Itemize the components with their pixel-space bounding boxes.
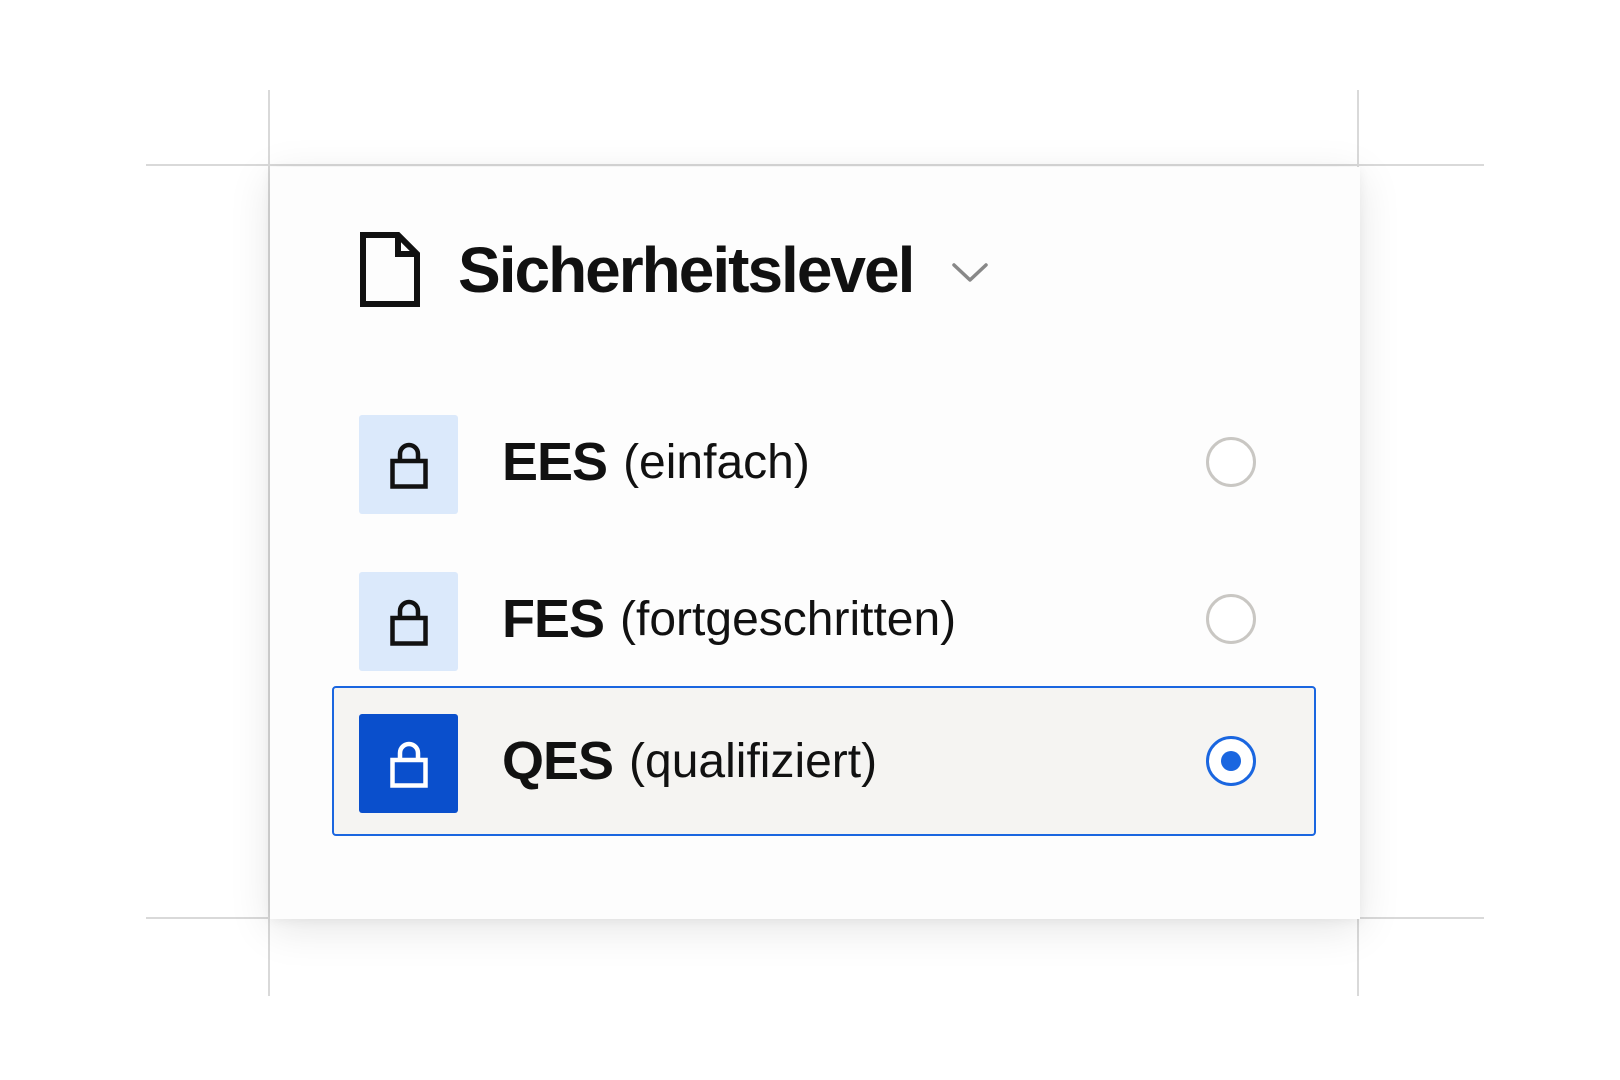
option-label: QES (qualifiziert) bbox=[502, 688, 877, 834]
option-label: EES (einfach) bbox=[502, 389, 810, 535]
option-code: FES bbox=[502, 589, 605, 649]
lock-icon-box bbox=[359, 714, 458, 813]
lock-icon-box bbox=[359, 415, 458, 514]
document-icon bbox=[360, 232, 420, 307]
option-ees[interactable]: EES (einfach) bbox=[332, 387, 1316, 537]
lock-icon-box bbox=[359, 572, 458, 671]
option-description: (einfach) bbox=[623, 435, 810, 489]
lock-icon bbox=[389, 441, 428, 489]
radio-ees[interactable] bbox=[1206, 437, 1256, 487]
option-description: (qualifiziert) bbox=[629, 734, 878, 788]
option-code: EES bbox=[502, 432, 608, 492]
radio-fes[interactable] bbox=[1206, 594, 1256, 644]
page-title: Sicherheitslevel bbox=[458, 233, 915, 306]
lock-icon bbox=[389, 740, 428, 788]
option-code: QES bbox=[502, 731, 614, 791]
lock-icon bbox=[389, 598, 428, 646]
guide-line-top bbox=[146, 164, 1484, 166]
security-level-header[interactable]: Sicherheitslevel bbox=[360, 232, 989, 307]
security-level-card: Sicherheitslevel EES (einfach) FES (fort… bbox=[270, 167, 1360, 919]
option-label: FES (fortgeschritten) bbox=[502, 546, 956, 692]
option-fes[interactable]: FES (fortgeschritten) bbox=[332, 544, 1316, 694]
option-qes[interactable]: QES (qualifiziert) bbox=[332, 686, 1316, 836]
option-description: (fortgeschritten) bbox=[620, 592, 957, 646]
radio-selected-dot bbox=[1221, 751, 1241, 771]
radio-qes[interactable] bbox=[1206, 736, 1256, 786]
chevron-down-icon[interactable] bbox=[913, 256, 989, 284]
